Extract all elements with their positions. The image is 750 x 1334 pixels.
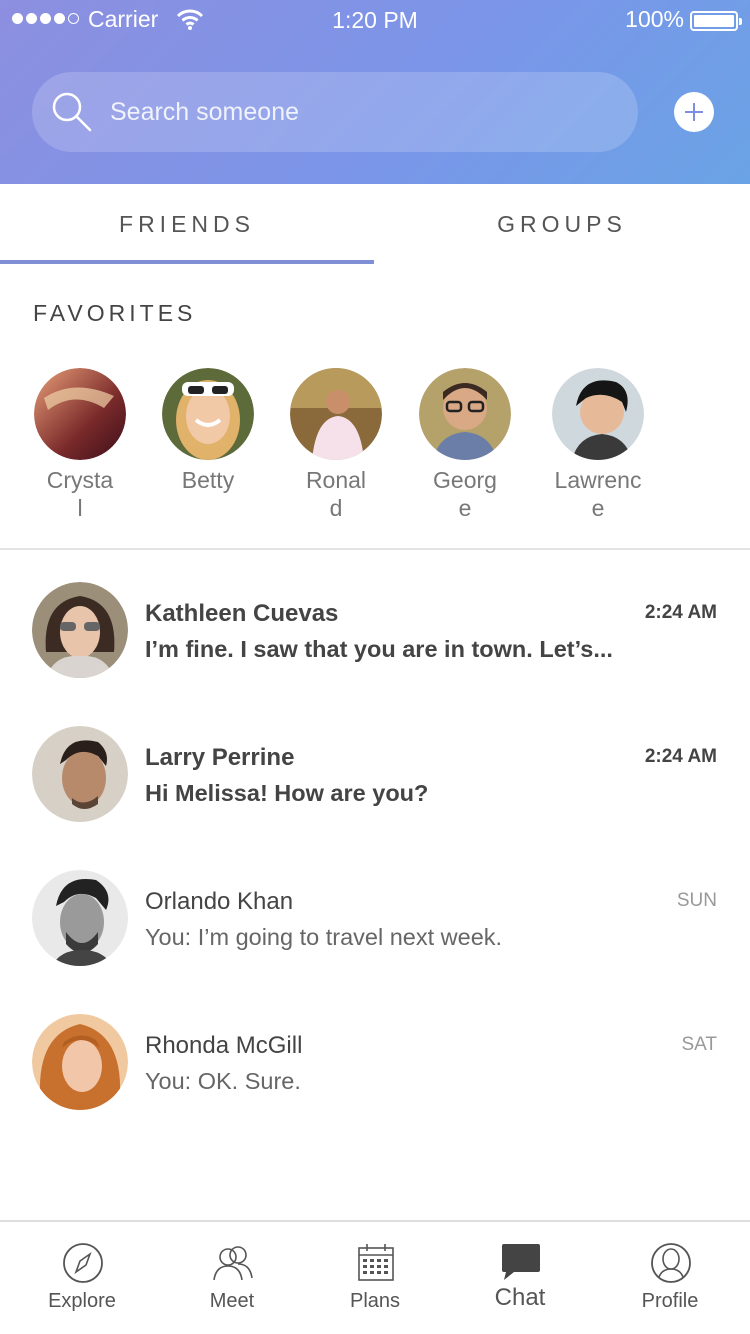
avatar bbox=[290, 368, 382, 460]
chat-row[interactable]: Larry Perrine Hi Melissa! How are you? 2… bbox=[0, 726, 750, 870]
profile-icon bbox=[651, 1243, 691, 1283]
chat-bubble-icon bbox=[502, 1244, 540, 1280]
search-box[interactable] bbox=[32, 72, 638, 152]
calendar-icon bbox=[358, 1244, 394, 1281]
tab-friends[interactable]: FRIENDS bbox=[0, 184, 374, 264]
chat-message: Hi Melissa! How are you? bbox=[145, 780, 429, 806]
header: Carrier 1:20 PM 100% bbox=[0, 0, 750, 184]
nav-label: Chat bbox=[494, 1284, 546, 1311]
favorites-title: FAVORITES bbox=[33, 300, 197, 326]
nav-profile[interactable]: Profile bbox=[595, 1222, 745, 1334]
chat-message: You: OK. Sure. bbox=[145, 1068, 301, 1094]
favorites-list: Crystal Betty Ronald George Lawrence bbox=[0, 368, 750, 538]
favorite-name: George bbox=[433, 467, 497, 521]
chat-time: SUN bbox=[676, 890, 717, 911]
avatar bbox=[32, 1014, 128, 1110]
divider bbox=[0, 548, 750, 550]
avatar bbox=[32, 582, 128, 678]
people-icon bbox=[213, 1246, 253, 1281]
avatar bbox=[34, 368, 126, 460]
avatar bbox=[32, 726, 128, 822]
nav-label: Meet bbox=[209, 1290, 255, 1312]
nav-chat[interactable]: Chat bbox=[445, 1222, 595, 1334]
chat-message: You: I’m going to travel next week. bbox=[145, 924, 503, 950]
avatar bbox=[162, 368, 254, 460]
favorite-item[interactable]: Lawrence bbox=[548, 368, 648, 522]
chat-row[interactable]: Orlando Khan You: I’m going to travel ne… bbox=[0, 870, 750, 1014]
chat-message: I’m fine. I saw that you are in town. Le… bbox=[145, 636, 613, 662]
nav-label: Profile bbox=[641, 1290, 699, 1312]
tab-bar: FRIENDS GROUPS bbox=[0, 184, 750, 264]
chat-name: Larry Perrine bbox=[145, 744, 295, 771]
tab-groups[interactable]: GROUPS bbox=[374, 184, 750, 264]
avatar bbox=[32, 870, 128, 966]
add-button[interactable] bbox=[674, 92, 714, 132]
favorite-name: Lawrence bbox=[554, 467, 642, 521]
battery-level bbox=[694, 15, 734, 27]
favorite-item[interactable]: Crystal bbox=[30, 368, 130, 522]
plus-icon bbox=[685, 103, 703, 121]
favorite-name: Ronald bbox=[305, 467, 367, 521]
chat-time: 2:24 AM bbox=[644, 746, 717, 767]
favorite-name: Betty bbox=[181, 467, 235, 493]
favorite-item[interactable]: Ronald bbox=[286, 368, 386, 522]
search-input[interactable] bbox=[110, 72, 610, 152]
active-tab-indicator bbox=[0, 260, 374, 264]
nav-explore[interactable]: Explore bbox=[7, 1222, 157, 1334]
chat-time: SAT bbox=[681, 1034, 717, 1055]
chat-name: Orlando Khan bbox=[145, 888, 294, 915]
chat-name: Rhonda McGill bbox=[145, 1032, 303, 1059]
battery-icon bbox=[690, 11, 742, 31]
chat-row[interactable]: Kathleen Cuevas I’m fine. I saw that you… bbox=[0, 582, 750, 726]
favorite-item[interactable]: George bbox=[415, 368, 515, 522]
favorite-name: Crystal bbox=[46, 467, 114, 521]
avatar bbox=[552, 368, 644, 460]
chat-row[interactable]: Rhonda McGill You: OK. Sure. SAT bbox=[0, 1014, 750, 1158]
avatar bbox=[419, 368, 511, 460]
chat-name: Kathleen Cuevas bbox=[145, 600, 339, 627]
favorite-item[interactable]: Betty bbox=[158, 368, 258, 494]
compass-icon bbox=[63, 1243, 103, 1283]
status-bar: Carrier 1:20 PM 100% bbox=[0, 0, 750, 40]
nav-label: Explore bbox=[48, 1290, 116, 1312]
chat-time: 2:24 AM bbox=[644, 602, 717, 623]
nav-meet[interactable]: Meet bbox=[157, 1222, 307, 1334]
nav-plans[interactable]: Plans bbox=[300, 1222, 450, 1334]
bottom-nav: Explore Meet Plans Chat Profile bbox=[0, 1220, 750, 1334]
nav-label: Plans bbox=[349, 1290, 401, 1312]
search-icon bbox=[52, 92, 92, 132]
battery-percent: 100% bbox=[625, 6, 684, 32]
